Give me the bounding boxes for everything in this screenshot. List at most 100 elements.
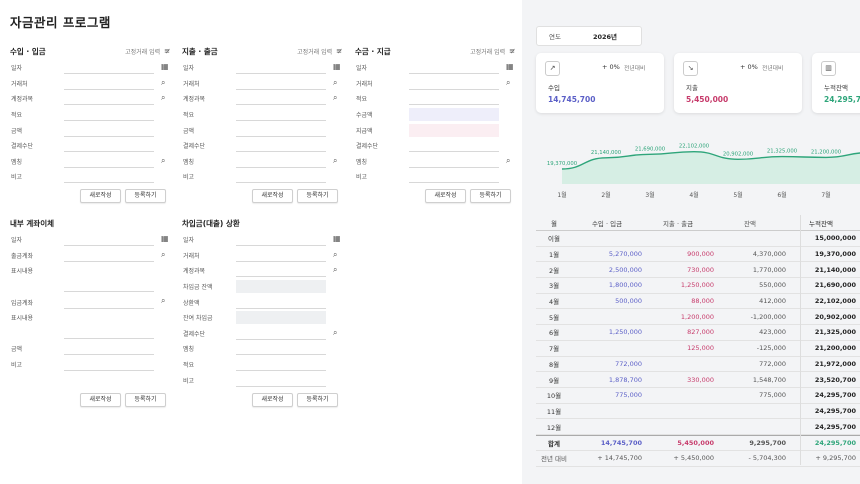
field-label: 비고: [11, 362, 23, 370]
field-input[interactable]: [64, 170, 154, 184]
save-button[interactable]: 등록하기: [125, 189, 166, 203]
cell: 10월: [546, 392, 562, 401]
field-row: 비고: [182, 372, 342, 388]
search-icon[interactable]: ⌕: [333, 328, 337, 337]
table-row: 7월 125,000 -125,000 21,200,000: [536, 341, 860, 357]
fixed-transaction-link[interactable]: 고정거래 입력: [297, 47, 332, 56]
field-input[interactable]: [64, 139, 154, 153]
field-input[interactable]: [236, 295, 326, 309]
search-icon[interactable]: ⌕: [506, 78, 510, 87]
field-label: 멤칭: [183, 346, 195, 354]
search-icon[interactable]: ⌕: [333, 78, 337, 87]
field-input[interactable]: [236, 92, 326, 106]
field-input[interactable]: [409, 92, 499, 106]
calendar-icon[interactable]: ▦: [161, 63, 169, 71]
edit-list-icon[interactable]: ≡̷: [509, 47, 515, 55]
field-input[interactable]: [236, 108, 326, 122]
field-input[interactable]: [409, 123, 499, 137]
field-input[interactable]: [236, 139, 326, 153]
field-input[interactable]: [64, 108, 154, 122]
field-input[interactable]: [64, 248, 154, 262]
field-input[interactable]: [64, 295, 154, 309]
field-row: 비고: [10, 357, 170, 373]
field-input[interactable]: [64, 92, 154, 106]
field-input[interactable]: [64, 61, 154, 75]
form-header-actions: 고정거래 입력 ≡̷: [125, 47, 170, 56]
form-header-actions: 고정거래 입력 ≡̷: [470, 47, 515, 56]
new-button[interactable]: 새로작성: [80, 189, 121, 203]
field-label: 잔여 차입금: [183, 315, 213, 323]
new-button[interactable]: 새로작성: [80, 393, 121, 407]
field-input[interactable]: [409, 139, 499, 153]
field-input[interactable]: [64, 326, 154, 340]
chart-x-tick: 4월: [689, 191, 698, 199]
field-input[interactable]: [236, 233, 326, 247]
field-input[interactable]: [236, 342, 326, 356]
field-input[interactable]: [409, 61, 499, 75]
summary-card: ↘ + 0% 전년대비 지출 5,450,000: [674, 53, 802, 113]
field-input[interactable]: [236, 61, 326, 75]
save-button[interactable]: 등록하기: [297, 393, 338, 407]
chart-x-tick: 5월: [733, 191, 742, 199]
field-input[interactable]: [409, 170, 499, 184]
search-icon[interactable]: ⌕: [506, 156, 510, 165]
fixed-transaction-link[interactable]: 고정거래 입력: [125, 47, 160, 56]
field-row: 금액: [182, 122, 342, 138]
field-input[interactable]: [64, 342, 154, 356]
save-button[interactable]: 등록하기: [470, 189, 511, 203]
new-button[interactable]: 새로작성: [252, 393, 293, 407]
cell: 330,000: [687, 375, 714, 384]
chart-x-tick: 3월: [645, 191, 654, 199]
field-input[interactable]: [409, 76, 499, 90]
search-icon[interactable]: ⌕: [161, 78, 165, 87]
field-input[interactable]: [64, 154, 154, 168]
save-button[interactable]: 등록하기: [297, 189, 338, 203]
search-icon[interactable]: ⌕: [161, 94, 165, 102]
fixed-transaction-link[interactable]: 고정거래 입력: [470, 47, 505, 56]
field-input[interactable]: [236, 358, 326, 372]
new-button[interactable]: 새로작성: [252, 189, 293, 203]
field-input[interactable]: [236, 248, 326, 262]
calendar-icon[interactable]: ▦: [333, 235, 341, 243]
field-input[interactable]: [236, 123, 326, 137]
field-input[interactable]: [236, 373, 326, 387]
search-icon[interactable]: ⌕: [333, 250, 337, 259]
field-row: 표시내용: [10, 263, 170, 294]
calendar-icon[interactable]: ▦: [161, 235, 169, 243]
save-button[interactable]: 등록하기: [125, 393, 166, 407]
year-selector[interactable]: 연도 2026년: [536, 26, 642, 46]
expense-form: 지출 · 출금 고정거래 입력 ≡̷ 일자 ▦ 거래처 ⌕ 계정과목 ⌕ 적요 금액 결제수단 멤칭 ⌕ 비…: [182, 44, 342, 203]
field-row: 결제수단: [182, 138, 342, 154]
edit-list-icon[interactable]: ≡̷: [336, 47, 342, 55]
cell: 이월: [548, 235, 560, 244]
field-input[interactable]: [236, 154, 326, 168]
search-icon[interactable]: ⌕: [161, 156, 165, 165]
field-input[interactable]: [236, 326, 326, 340]
field-input[interactable]: [64, 76, 154, 90]
trend-down-icon: ↘: [683, 61, 698, 76]
field-input[interactable]: [64, 123, 154, 137]
search-icon[interactable]: ⌕: [333, 94, 337, 102]
search-icon[interactable]: ⌕: [333, 266, 337, 274]
field-input[interactable]: [236, 170, 326, 184]
field-input[interactable]: [64, 233, 154, 247]
field-input[interactable]: [236, 264, 326, 278]
cell: 772,000: [615, 359, 642, 368]
field-input[interactable]: [236, 76, 326, 90]
field-label: 표시내용: [11, 268, 34, 276]
field-input[interactable]: [409, 154, 499, 168]
search-icon[interactable]: ⌕: [161, 250, 165, 259]
cell: 누적잔액: [809, 219, 833, 228]
card-percent: + 0%: [602, 63, 620, 71]
field-input[interactable]: [64, 358, 154, 372]
field-input[interactable]: [64, 279, 154, 293]
calendar-icon[interactable]: ▦: [506, 63, 514, 71]
edit-list-icon[interactable]: ≡̷: [164, 47, 170, 55]
field-input[interactable]: [409, 108, 499, 122]
field-label: 수금액: [356, 112, 373, 120]
new-button[interactable]: 새로작성: [425, 189, 466, 203]
search-icon[interactable]: ⌕: [333, 156, 337, 165]
form-title: 내부 계좌이체: [10, 218, 55, 228]
calendar-icon[interactable]: ▦: [333, 63, 341, 71]
search-icon[interactable]: ⌕: [161, 297, 165, 305]
